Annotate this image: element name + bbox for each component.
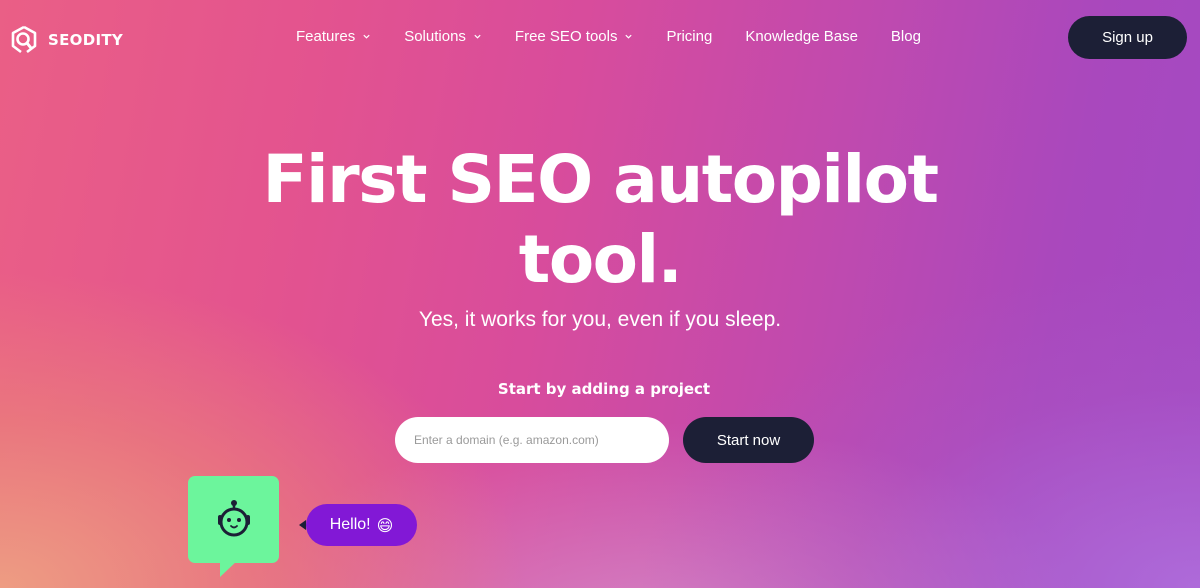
nav-item-label: Blog	[890, 28, 921, 45]
chevron-down-icon	[625, 34, 633, 39]
nav-item-label: Free SEO tools	[514, 28, 618, 45]
domain-input[interactable]	[395, 417, 669, 463]
hero-subtitle: Yes, it works for you, even if you sleep…	[418, 308, 782, 331]
chat-greeting-bubble[interactable]: Hello! 😄	[306, 504, 417, 546]
hero-title-line-2: tool.	[518, 221, 683, 298]
hero-title-line-1: First SEO autopilot	[262, 141, 939, 218]
start-now-button[interactable]: Start now	[683, 417, 814, 463]
nav-item-knowledge-base[interactable]: Knowledge Base	[745, 28, 858, 45]
nav-item-solutions[interactable]: Solutions	[404, 28, 482, 45]
brand-logo[interactable]: SEODITY	[8, 24, 123, 56]
nav-item-label: Knowledge Base	[745, 28, 858, 45]
nav-item-label: Pricing	[666, 28, 713, 45]
main-nav: Features Solutions Free SEO tools Pricin…	[296, 28, 954, 45]
chat-bubble-pointer	[299, 520, 306, 530]
nav-item-label: Features	[296, 28, 356, 45]
chat-bot-launcher[interactable]	[188, 476, 279, 563]
nav-item-features[interactable]: Features	[296, 28, 371, 45]
brand-name: SEODITY	[48, 31, 124, 49]
grinning-face-icon: 😄	[376, 515, 394, 535]
nav-item-label: Solutions	[404, 28, 466, 45]
chevron-down-icon	[474, 34, 481, 39]
robot-icon	[217, 499, 250, 536]
nav-item-free-seo-tools[interactable]: Free SEO tools	[515, 28, 634, 45]
greeting-text: Hello!	[329, 516, 371, 533]
chevron-down-icon	[363, 34, 370, 39]
cta-label: Start by adding a project	[497, 380, 711, 398]
signup-button[interactable]: Sign up	[1068, 16, 1187, 59]
nav-item-blog[interactable]: Blog	[891, 28, 921, 45]
chat-bot-tail	[220, 560, 238, 577]
nav-item-pricing[interactable]: Pricing	[666, 28, 712, 45]
site-header: SEODITY Features Solutions Free SEO tool…	[0, 0, 1200, 76]
magnifier-hexagon-icon	[11, 25, 37, 54]
hero-title: First SEO autopilot tool.	[0, 140, 1200, 300]
